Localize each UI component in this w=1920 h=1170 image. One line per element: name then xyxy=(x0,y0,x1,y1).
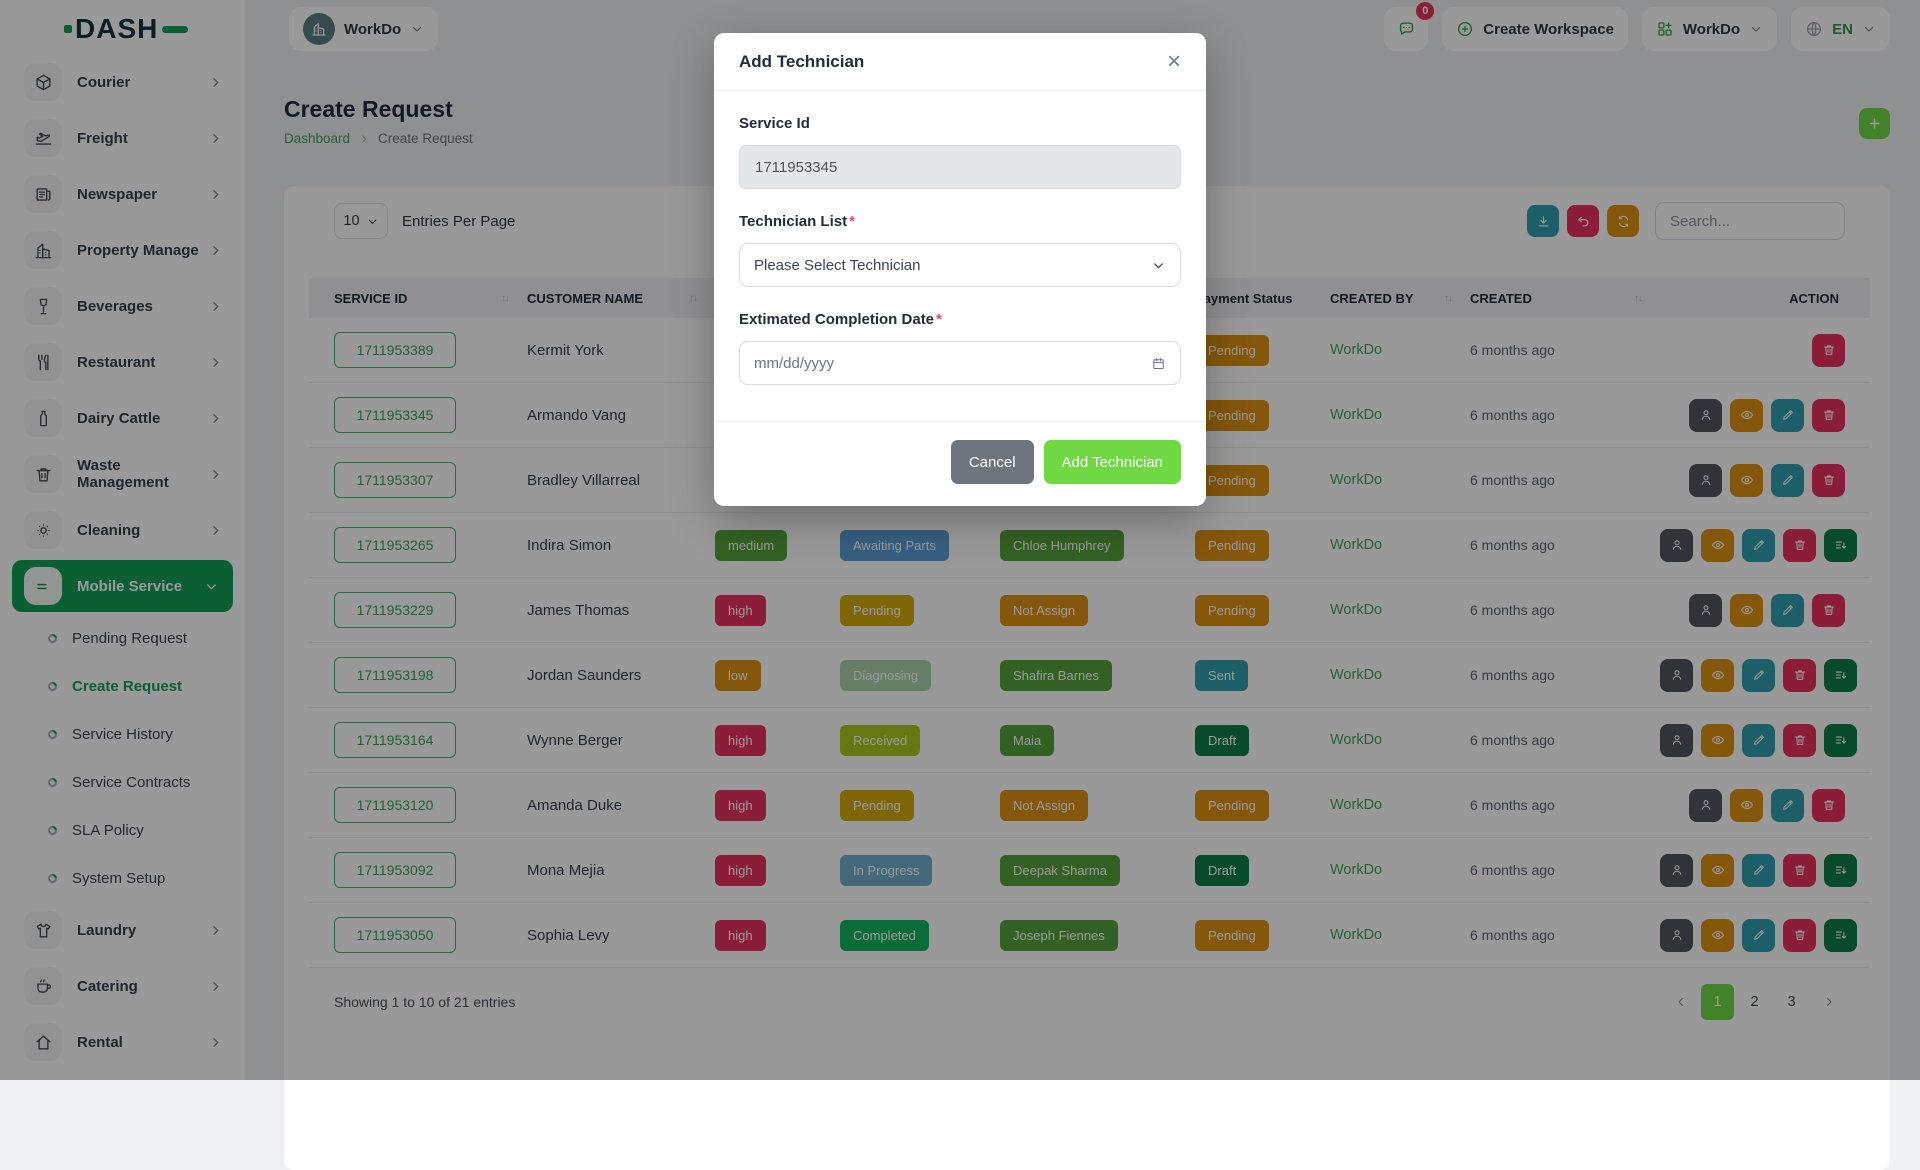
technician-select-value: Please Select Technician xyxy=(754,257,921,274)
completion-date-label: Extimated Completion Date* xyxy=(739,311,1181,331)
date-placeholder: mm/dd/yyyy xyxy=(754,355,834,372)
chevron-down-icon xyxy=(1151,258,1166,273)
service-id-field: 1711953345 xyxy=(739,145,1181,189)
technician-list-label: Technician List* xyxy=(739,213,1181,233)
service-id-label: Service Id xyxy=(739,115,1181,135)
add-technician-modal: Add Technician × Service Id 1711953345 T… xyxy=(714,33,1206,506)
calendar-icon xyxy=(1151,356,1166,371)
required-asterisk: * xyxy=(936,311,942,328)
modal-header: Add Technician × xyxy=(714,33,1206,91)
close-icon[interactable]: × xyxy=(1167,50,1181,74)
modal-body: Service Id 1711953345 Technician List* P… xyxy=(714,91,1206,403)
modal-footer: Cancel Add Technician xyxy=(714,421,1206,506)
modal-title: Add Technician xyxy=(739,52,864,72)
technician-select[interactable]: Please Select Technician xyxy=(739,243,1181,287)
chevron-down-icon xyxy=(1151,258,1166,273)
required-asterisk: * xyxy=(849,213,855,230)
cancel-button[interactable]: Cancel xyxy=(951,440,1034,484)
add-technician-submit-button[interactable]: Add Technician xyxy=(1044,440,1181,484)
completion-date-input[interactable]: mm/dd/yyyy xyxy=(739,341,1181,385)
calendar-icon xyxy=(1151,356,1166,371)
